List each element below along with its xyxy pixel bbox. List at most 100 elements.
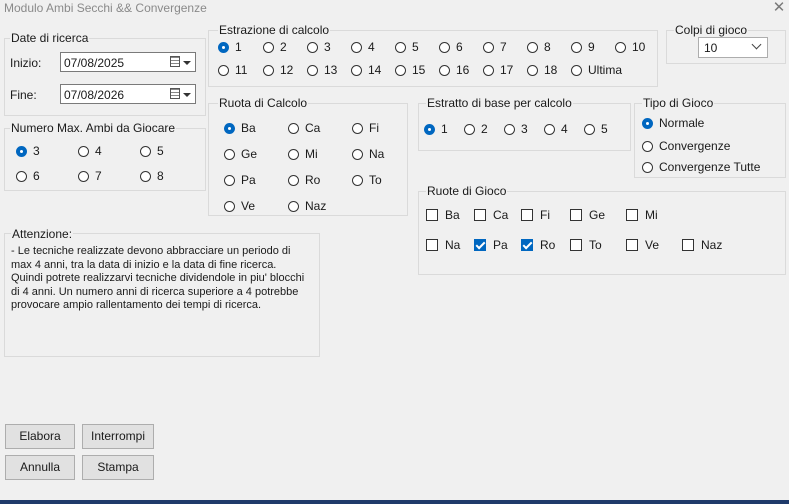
estratto-base-radio-4[interactable]: 4 (544, 121, 568, 137)
ruote-gioco-checkbox-ve[interactable]: Ve (626, 237, 659, 253)
ambi-radio-3[interactable]: 3 (16, 143, 40, 159)
radio-icon (527, 64, 538, 76)
inizio-date-picker[interactable]: 07/08/2025 (60, 52, 196, 72)
radio-icon (351, 41, 362, 53)
ruote-gioco-checkbox-ca[interactable]: Ca (474, 207, 508, 223)
ruote-gioco-checkbox-ge[interactable]: Ge (570, 207, 605, 223)
tipo-gioco-legend: Tipo di Gioco (642, 96, 715, 110)
estrazione-radio-1[interactable]: 1 (218, 39, 242, 55)
colpi-select[interactable]: 10 (698, 37, 768, 58)
tipo-gioco-radio-convergenze-tutte[interactable]: Convergenze Tutte (642, 159, 760, 175)
ruote-gioco-checkbox-fi[interactable]: Fi (521, 207, 550, 223)
estrazione-radio-5[interactable]: 5 (395, 39, 419, 55)
radio-icon (352, 148, 363, 160)
radio-icon (224, 148, 235, 160)
ambi-radio-6[interactable]: 6 (16, 168, 40, 184)
estratto-base-radio-3[interactable]: 3 (504, 121, 528, 137)
radio-icon (351, 64, 362, 76)
ruota-calcolo-radio-ba[interactable]: Ba (224, 120, 256, 136)
estrazione-radio-14[interactable]: 14 (351, 62, 381, 78)
stampa-button[interactable]: Stampa (82, 455, 154, 480)
estratto-base-radio-5[interactable]: 5 (584, 121, 608, 137)
ruota-calcolo-radio-ve[interactable]: Ve (224, 198, 255, 214)
radio-label: 6 (33, 169, 40, 183)
calendar-icon (170, 56, 180, 67)
estrazione-radio-2[interactable]: 2 (263, 39, 287, 55)
estrazione-radio-15[interactable]: 15 (395, 62, 425, 78)
ruote-gioco-checkbox-to[interactable]: To (570, 237, 602, 253)
checkbox-icon (426, 239, 438, 251)
radio-selected-icon (424, 123, 435, 135)
estrazione-radio-11[interactable]: 11 (218, 62, 247, 78)
annulla-button[interactable]: Annulla (5, 455, 75, 480)
estrazione-radio-18[interactable]: 18 (527, 62, 557, 78)
checkbox-label: Ge (589, 208, 606, 222)
checkbox-label: Pa (493, 238, 508, 252)
ambi-radio-7[interactable]: 7 (78, 168, 102, 184)
interrompi-button[interactable]: Interrompi (82, 424, 154, 449)
ruota-calcolo-radio-ro[interactable]: Ro (288, 172, 320, 188)
ambi-radio-4[interactable]: 4 (78, 143, 102, 159)
ruota-calcolo-radio-mi[interactable]: Mi (288, 146, 318, 162)
radio-label: Ve (241, 199, 256, 213)
ambi-radio-5[interactable]: 5 (140, 143, 164, 159)
estrazione-radio-ultima[interactable]: Ultima (571, 62, 622, 78)
elabora-button[interactable]: Elabora (5, 424, 75, 449)
radio-icon (352, 174, 363, 186)
estrazione-radio-9[interactable]: 9 (571, 39, 595, 55)
ruota-calcolo-radio-pa[interactable]: Pa (224, 172, 256, 188)
ruote-gioco-checkbox-ro[interactable]: Ro (521, 237, 555, 253)
checkbox-label: Fi (540, 208, 550, 222)
estratto-base-radio-2[interactable]: 2 (464, 121, 488, 137)
ambi-radio-8[interactable]: 8 (140, 168, 164, 184)
radio-label: 12 (280, 63, 294, 77)
fine-date-picker[interactable]: 07/08/2026 (60, 84, 196, 104)
ruote-gioco-checkbox-mi[interactable]: Mi (626, 207, 658, 223)
ruota-calcolo-radio-to[interactable]: To (352, 172, 382, 188)
radio-label: 7 (95, 169, 102, 183)
checkbox-icon (474, 209, 486, 221)
radio-label: 1 (441, 122, 448, 136)
radio-label: 3 (324, 40, 331, 54)
estrazione-radio-4[interactable]: 4 (351, 39, 375, 55)
ruota-calcolo-radio-ca[interactable]: Ca (288, 120, 320, 136)
checkbox-label: Na (445, 238, 461, 252)
estrazione-radio-3[interactable]: 3 (307, 39, 331, 55)
estrazione-radio-7[interactable]: 7 (483, 39, 507, 55)
estrazione-radio-6[interactable]: 6 (439, 39, 463, 55)
tipo-gioco-radio-convergenze[interactable]: Convergenze (642, 138, 730, 154)
ruote-gioco-checkbox-naz[interactable]: Naz (682, 237, 722, 253)
ruote-gioco-group (418, 191, 786, 275)
estrazione-radio-16[interactable]: 16 (439, 62, 469, 78)
colpi-legend: Colpi di gioco (674, 23, 749, 37)
radio-label: 3 (33, 144, 40, 158)
ruote-gioco-checkbox-pa[interactable]: Pa (474, 237, 508, 253)
estrazione-radio-10[interactable]: 10 (615, 39, 645, 55)
checkbox-label: To (589, 238, 602, 252)
ruota-calcolo-radio-na[interactable]: Na (352, 146, 384, 162)
radio-label: 5 (157, 144, 164, 158)
ruota-calcolo-radio-naz[interactable]: Naz (288, 198, 326, 214)
close-icon[interactable]: ✕ (770, 0, 788, 17)
radio-label: 17 (500, 63, 514, 77)
estratto-base-radio-1[interactable]: 1 (424, 121, 448, 137)
estrazione-radio-12[interactable]: 12 (263, 62, 293, 78)
radio-label: 11 (235, 63, 248, 77)
attenzione-text: - Le tecniche realizzate devono abbracci… (11, 245, 305, 312)
radio-icon (571, 41, 582, 53)
ruote-gioco-checkbox-ba[interactable]: Ba (426, 207, 460, 223)
ruota-calcolo-radio-fi[interactable]: Fi (352, 120, 379, 136)
estrazione-radio-13[interactable]: 13 (307, 62, 337, 78)
estrazione-radio-8[interactable]: 8 (527, 39, 551, 55)
ruota-calcolo-radio-ge[interactable]: Ge (224, 146, 257, 162)
ruote-gioco-checkbox-na[interactable]: Na (426, 237, 460, 253)
checkbox-icon (682, 239, 694, 251)
radio-label: 5 (601, 122, 608, 136)
radio-label: Pa (241, 173, 256, 187)
estratto-base-legend: Estratto di base per calcolo (426, 96, 573, 110)
checkbox-checked-icon (474, 239, 486, 251)
radio-icon (642, 161, 653, 173)
estrazione-radio-17[interactable]: 17 (483, 62, 513, 78)
radio-label: 2 (481, 122, 488, 136)
tipo-gioco-radio-normale[interactable]: Normale (642, 115, 704, 131)
